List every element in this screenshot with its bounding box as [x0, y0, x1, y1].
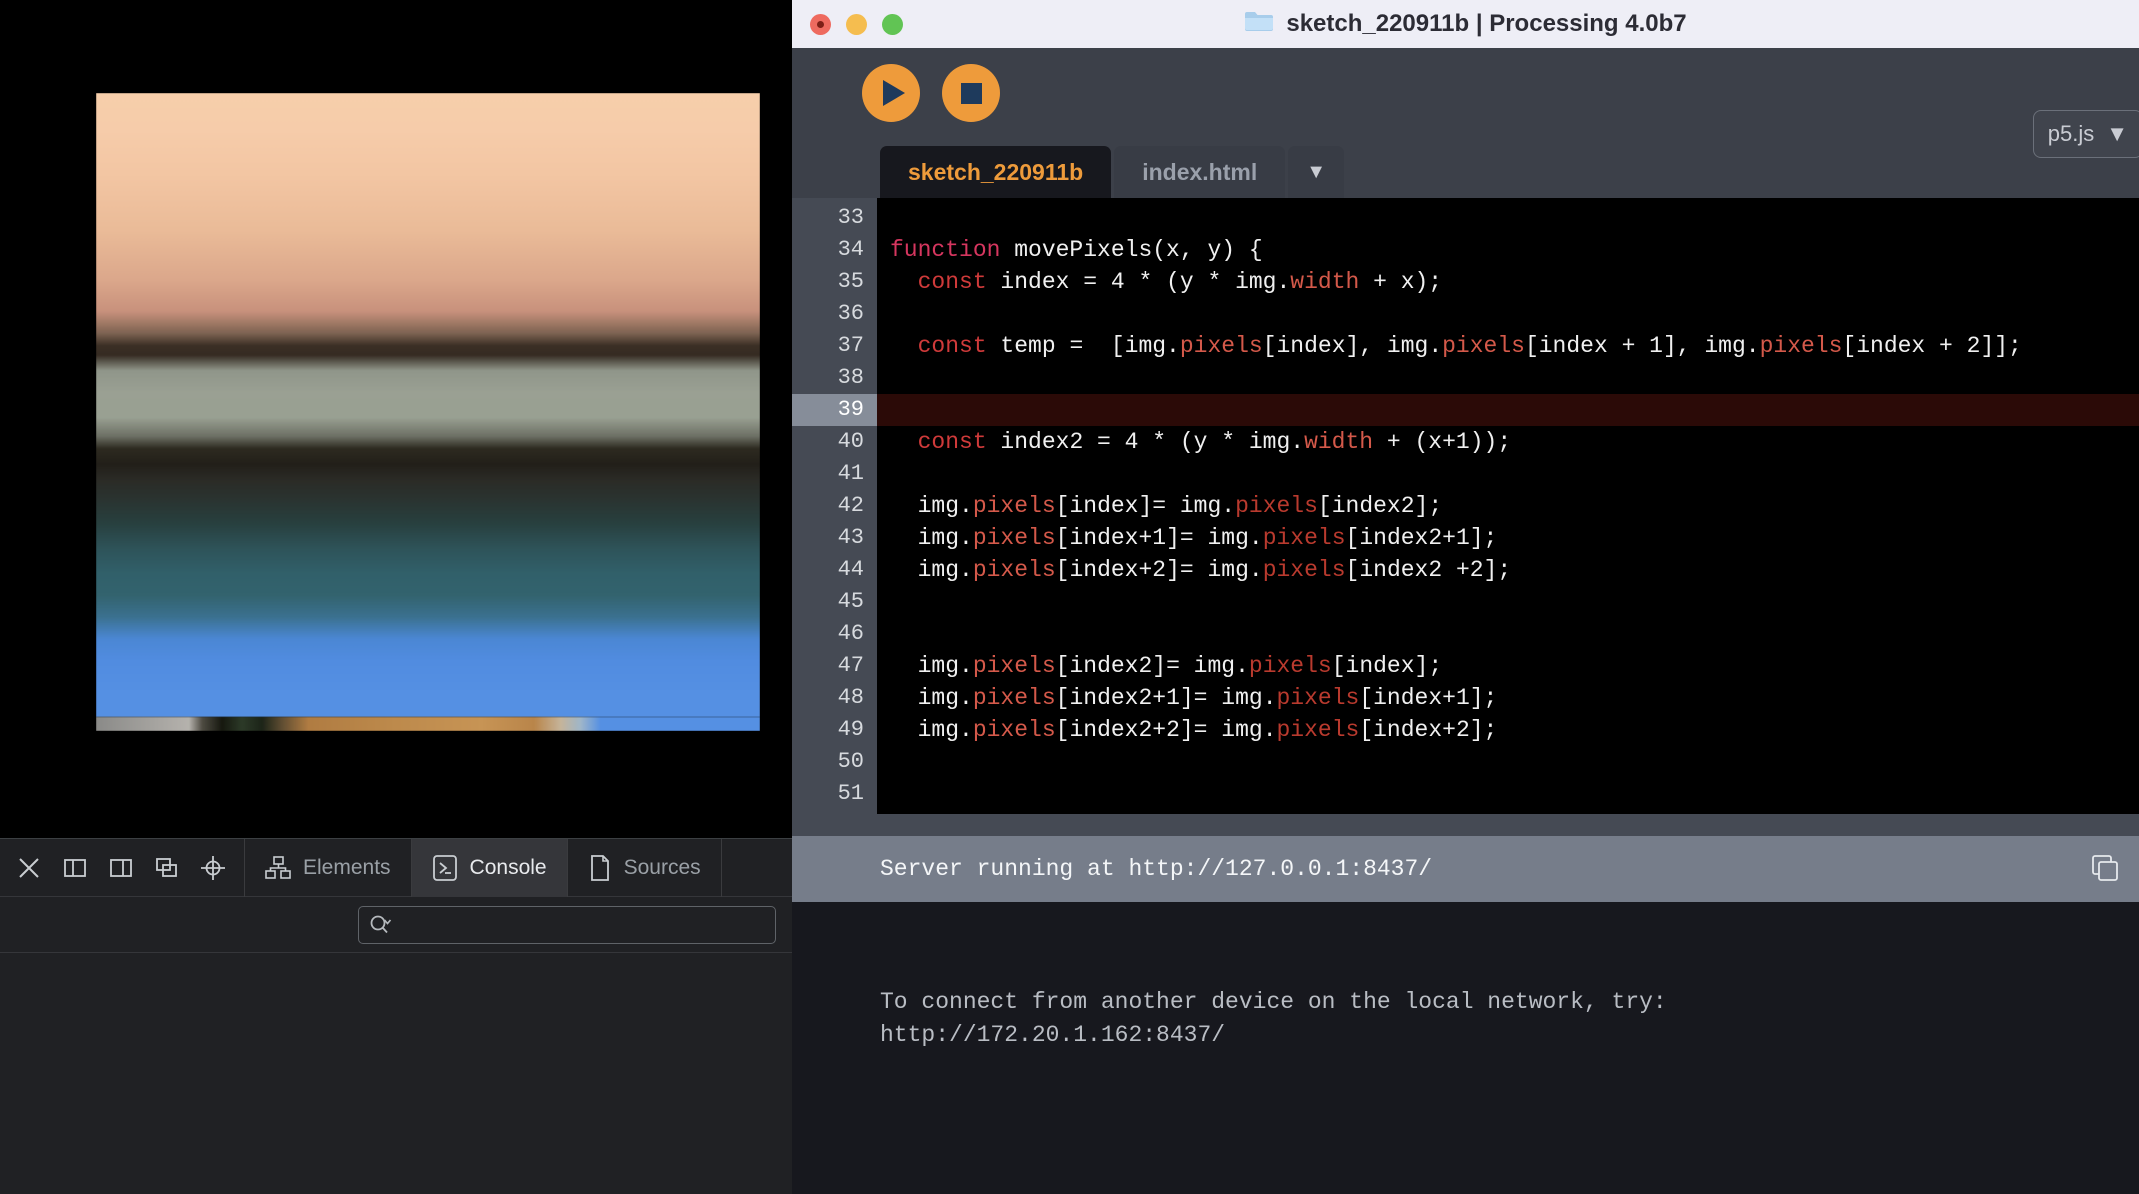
canvas-smear-gradient: [96, 93, 760, 717]
canvas-area: [0, 0, 792, 838]
devtools-tab-elements[interactable]: Elements: [245, 838, 412, 897]
console-spacer: [792, 1164, 2139, 1194]
devtools-filter-row: [0, 897, 792, 953]
code-line[interactable]: [877, 746, 2139, 778]
line-number: 44: [837, 557, 864, 582]
code-lines[interactable]: function movePixels(x, y) { const index …: [877, 198, 2139, 814]
code-line[interactable]: img.pixels[index2+1]= img.pixels[index+1…: [877, 682, 2139, 714]
undock-window-icon[interactable]: [144, 839, 190, 897]
stop-button[interactable]: [942, 64, 1000, 122]
status-bar: Server running at http://127.0.0.1:8437/: [792, 836, 2139, 902]
search-input[interactable]: [358, 905, 776, 944]
line-number: 37: [837, 333, 864, 358]
devtools-tab-label: Sources: [623, 855, 701, 879]
console-line: To connect from another device on the lo…: [880, 989, 1667, 1015]
line-number: 50: [837, 749, 864, 774]
line-number: 34: [837, 237, 864, 262]
line-number: 51: [837, 781, 864, 806]
line-number: 46: [837, 621, 864, 646]
mode-selector[interactable]: p5.js ▼: [2032, 110, 2139, 158]
tab-sketch[interactable]: sketch_220911b: [880, 146, 1112, 198]
editor-tab-strip: sketch_220911b index.html ▼: [792, 138, 2139, 198]
window-titlebar: sketch_220911b | Processing 4.0b7: [792, 0, 2139, 48]
code-line[interactable]: [877, 298, 2139, 330]
line-number: 42: [837, 493, 864, 518]
devtools-toolbar: Elements Console Sources: [0, 838, 792, 897]
devtools-tab-console[interactable]: Console: [411, 838, 568, 897]
screen: Elements Console Sources sketch_220911b …: [0, 0, 2139, 1194]
processing-window: sketch_220911b | Processing 4.0b7 p5.js …: [792, 0, 2139, 1194]
code-line[interactable]: const temp = [img.pixels[index], img.pix…: [877, 330, 2139, 362]
tab-index-html[interactable]: index.html: [1114, 146, 1286, 198]
devtools-tab-sources[interactable]: Sources: [568, 838, 722, 897]
code-line[interactable]: [877, 362, 2139, 394]
line-number: 49: [837, 717, 864, 742]
console-prompt-icon: [432, 854, 458, 882]
code-line[interactable]: const index2 = 4 * (y * img.width + (x+1…: [877, 426, 2139, 458]
devtools-tab-label: Elements: [303, 855, 391, 879]
line-number: 40: [837, 429, 864, 454]
code-line[interactable]: img.pixels[index+2]= img.pixels[index2 +…: [877, 554, 2139, 586]
editor-horizontal-scrollbar[interactable]: [792, 814, 2139, 836]
inspect-target-icon[interactable]: [190, 839, 236, 897]
devtools-tab-label: Console: [469, 855, 547, 879]
play-icon: [883, 80, 905, 106]
code-line[interactable]: function movePixels(x, y) {: [877, 234, 2139, 266]
code-line[interactable]: img.pixels[index]= img.pixels[index2];: [877, 490, 2139, 522]
run-button[interactable]: [862, 64, 920, 122]
devtools-icon-group: [0, 838, 245, 897]
sketch-canvas[interactable]: [96, 93, 760, 731]
dock-right-icon[interactable]: [98, 839, 144, 897]
folder-icon: [1244, 9, 1274, 40]
devtools-panel: Elements Console Sources: [0, 838, 792, 1194]
line-number: 36: [837, 301, 864, 326]
page-title: sketch_220911b | Processing 4.0b7: [792, 9, 2139, 40]
line-number: 41: [837, 461, 864, 486]
browser-pane: Elements Console Sources: [0, 0, 792, 1194]
console-output: To connect from another device on the lo…: [792, 902, 2139, 1164]
code-line[interactable]: [877, 778, 2139, 810]
line-number: 48: [837, 685, 864, 710]
tab-overflow-button[interactable]: ▼: [1288, 146, 1345, 198]
close-icon[interactable]: [6, 839, 52, 897]
canvas-bottom-row: [96, 717, 760, 731]
code-line[interactable]: img.pixels[index2]= img.pixels[index];: [877, 650, 2139, 682]
copy-icon[interactable]: [2091, 854, 2119, 887]
code-line[interactable]: const index = 4 * (y * img.width + x);: [877, 266, 2139, 298]
code-line[interactable]: [877, 394, 2139, 426]
code-line[interactable]: [877, 202, 2139, 234]
console-line: http://172.20.1.162:8437/: [880, 1022, 1226, 1048]
line-number: 38: [837, 365, 864, 390]
mode-selector-value: p5.js: [2047, 121, 2095, 146]
code-line[interactable]: [877, 618, 2139, 650]
search-icon: [370, 915, 392, 933]
line-number-gutter: 33 34 35 36 37 38 39 40 41 42 43 44 45 46 47 48 49 50 51: [792, 198, 877, 814]
line-number: 43: [837, 525, 864, 550]
code-line[interactable]: img.pixels[index2+2]= img.pixels[index+2…: [877, 714, 2139, 746]
elements-tree-icon: [265, 855, 291, 881]
window-title-text: sketch_220911b | Processing 4.0b7: [1286, 10, 1687, 37]
file-page-icon: [588, 854, 612, 882]
pde-toolbar: p5.js ▼: [792, 48, 2139, 158]
dock-left-icon[interactable]: [52, 839, 98, 897]
stop-icon: [960, 82, 982, 104]
status-message: Server running at http://127.0.0.1:8437/: [880, 856, 1433, 882]
line-number: 33: [837, 205, 864, 230]
line-number: 47: [837, 653, 864, 678]
devtools-console-body[interactable]: [0, 953, 792, 1194]
line-number: 35: [837, 269, 864, 294]
code-line[interactable]: img.pixels[index+1]= img.pixels[index2+1…: [877, 522, 2139, 554]
code-editor[interactable]: 33 34 35 36 37 38 39 40 41 42 43 44 45 46 47 48 49 50 51 f…: [792, 198, 2139, 814]
chevron-down-icon: ▼: [2106, 121, 2128, 146]
line-number: 45: [837, 589, 864, 614]
code-line[interactable]: [877, 586, 2139, 618]
code-line[interactable]: [877, 458, 2139, 490]
line-number: 39: [792, 394, 877, 426]
